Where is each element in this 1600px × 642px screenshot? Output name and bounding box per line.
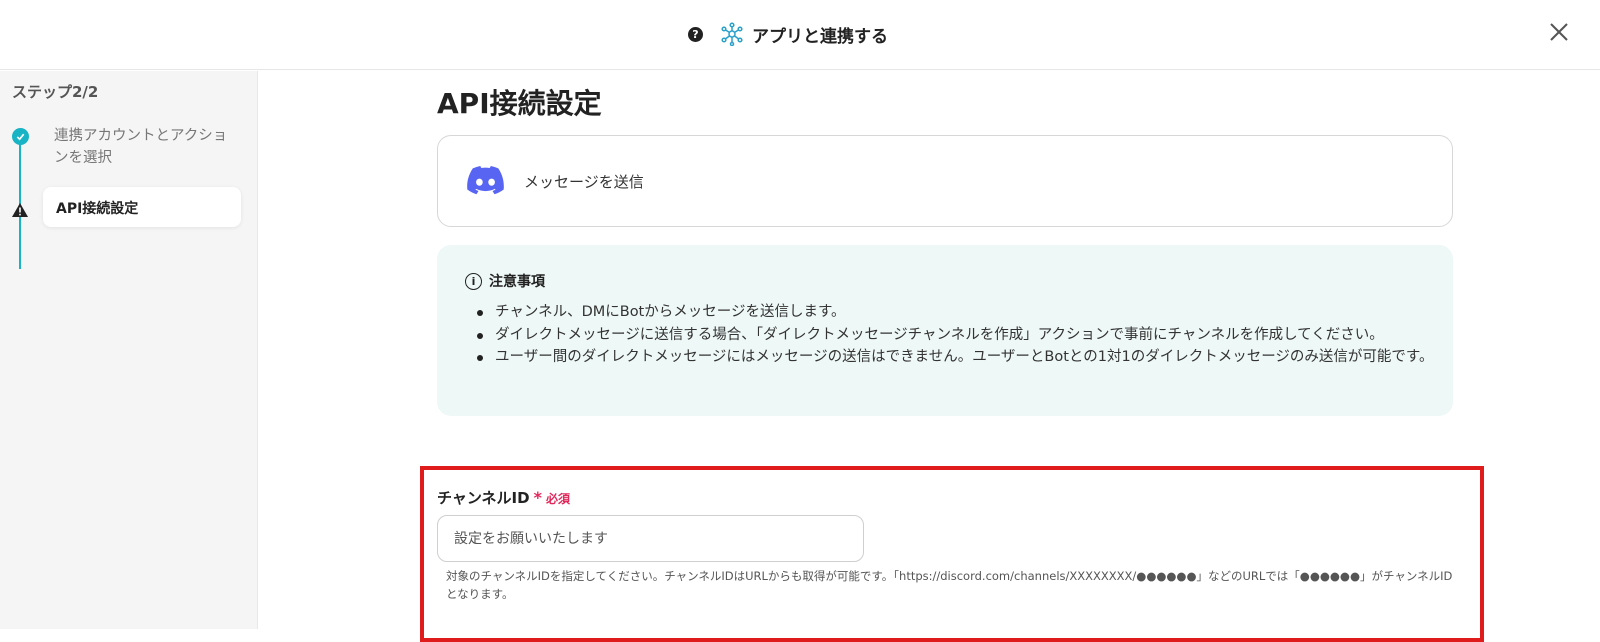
required-asterisk: * [533,488,542,507]
notice-item: ダイレクトメッセージに送信する場合、「ダイレクトメッセージチャンネルを作成」アク… [477,324,1437,347]
sidebar-step-api-settings[interactable]: API接続設定 [43,187,241,227]
notice-header: i 注意事項 [465,271,545,291]
close-icon[interactable] [1547,20,1571,44]
action-card: メッセージを送信 [437,135,1453,227]
warning-triangle-icon [12,203,28,217]
channel-id-help-text: 対象のチャンネルIDを指定してください。チャンネルIDはURLからも取得が可能で… [446,569,1453,601]
top-bar: ? アプリと連携する [0,0,1600,70]
sidebar-step-select-account[interactable]: 連携アカウントとアクションを選択 [54,125,234,169]
check-circle-icon [12,128,29,145]
step-counter: ステップ2/2 [12,83,99,101]
channel-id-label: チャンネルID [437,489,530,507]
action-label: メッセージを送信 [524,173,644,191]
discord-icon [467,166,504,195]
info-circle-icon: i [465,272,482,290]
notice-item: チャンネル、DMにBotからメッセージを送信します。 [477,301,1437,324]
integration-hub-icon [721,22,743,46]
step-sidebar: ステップ2/2 連携アカウントとアクションを選択 API接続設定 [0,71,258,629]
notice-list: チャンネル、DMにBotからメッセージを送信します。 ダイレクトメッセージに送信… [477,301,1437,369]
channel-id-input[interactable] [437,515,864,562]
notice-title: 注意事項 [489,274,545,290]
channel-id-label-row: チャンネルID * 必須 [437,487,570,508]
notice-box: i 注意事項 チャンネル、DMにBotからメッセージを送信します。 ダイレクトメ… [437,245,1453,416]
header-title-group: ? アプリと連携する [688,19,888,49]
page-header-title: アプリと連携する [752,26,888,47]
sidebar-step-label: API接続設定 [56,201,139,217]
page-title: API接続設定 [437,87,602,120]
question-circle-icon[interactable]: ? [688,26,703,42]
notice-item: ユーザー間のダイレクトメッセージにはメッセージの送信はできません。ユーザーとBo… [477,346,1437,369]
required-badge: 必須 [545,492,570,506]
